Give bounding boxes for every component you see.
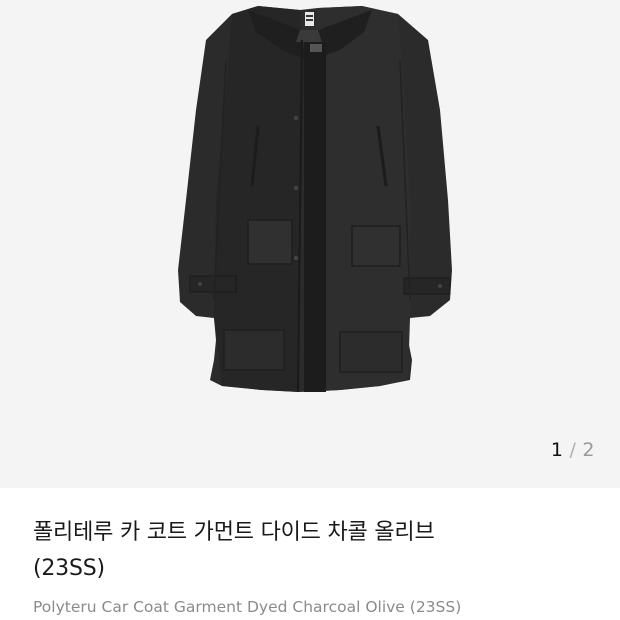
- product-image[interactable]: [0, 0, 620, 488]
- product-image-gallery[interactable]: 1/2: [0, 0, 620, 488]
- pager-total: 2: [582, 439, 595, 461]
- product-info: 폴리테루 카 코트 가먼트 다이드 차콜 올리브 (23SS) Polyteru…: [0, 488, 620, 620]
- image-pager: 1/2: [551, 438, 595, 462]
- product-title-line1: 폴리테루 카 코트 가먼트 다이드 차콜 올리브: [33, 520, 435, 545]
- pager-current: 1: [550, 439, 564, 461]
- left-pocket-flap: [247, 219, 293, 265]
- product-english-name: Polyteru Car Coat Garment Dyed Charcoal …: [33, 598, 462, 616]
- pager-separator: /: [569, 439, 577, 461]
- product-title-line2: (23SS): [33, 556, 105, 581]
- product-title: 폴리테루 카 코트 가먼트 다이드 차콜 올리브 (23SS): [33, 515, 593, 587]
